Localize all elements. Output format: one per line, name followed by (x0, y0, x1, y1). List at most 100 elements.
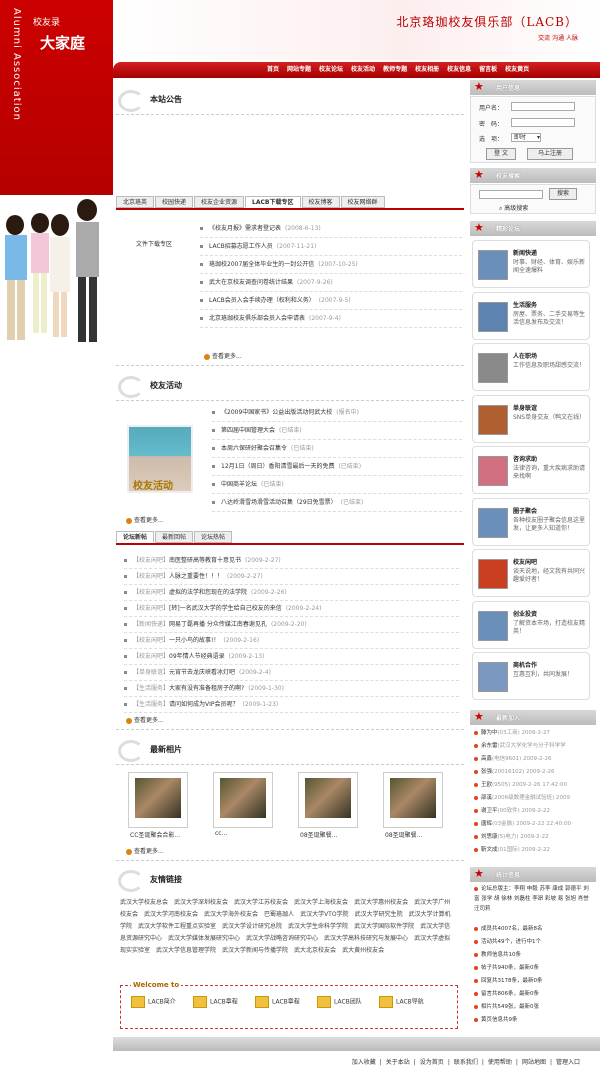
forum-card[interactable]: 人在职场 工作信息及职场甜感交流！ (472, 343, 590, 391)
friend-link[interactable]: 武汉大学海外校友会 (204, 911, 258, 918)
list-item[interactable]: 唐辉(03金融) 2009-2-22 22:40:00 (474, 818, 594, 831)
friend-link[interactable]: 武汉大学新闻与传播学院 (222, 947, 288, 954)
nav-link[interactable]: 校友相册 (415, 62, 439, 78)
table-row[interactable]: 【校友闲吧】南医整研高等教育十意见书 (2009-2-27) (124, 553, 459, 569)
footer-link[interactable]: 加入收藏 (352, 1059, 376, 1066)
nav-link[interactable]: 校友论坛 (319, 62, 343, 78)
welcome-link[interactable]: LACB团队 (317, 996, 362, 1008)
list-item[interactable]: LACB招募志愿工作人员 (2007-11-21) (200, 238, 462, 256)
list-item[interactable]: 靳文成(01国际) 2009-2-22 (474, 844, 594, 857)
friend-link[interactable]: 武汉大学江苏校友会 (234, 899, 288, 906)
search-button[interactable]: 搜索 (549, 188, 577, 200)
list-item[interactable]: 王欧(9505) 2009-2-26 17:42:00 (474, 779, 594, 792)
table-row[interactable]: 【校友闲吧】虚拟的法学和您现在的法学院 (2009-2-26) (124, 585, 459, 601)
nav-link[interactable]: 教师专题 (383, 62, 407, 78)
forum-card[interactable]: 创业投资 了解资本市场，打造校友精英！ (472, 600, 590, 649)
forum-card[interactable]: 圈子聚会 各种校友圈子聚会信息这里发，让更多人知道你！ (472, 497, 590, 546)
table-row[interactable]: 【新闻快递】网易丁磊再播 分众传媒江南春谢见孔 (2009-2-20) (124, 617, 459, 633)
footer-link[interactable]: 设为首页 (420, 1059, 444, 1066)
register-button[interactable]: 马上注册 (527, 148, 573, 160)
list-item[interactable]: 刘思康(5)电力) 2009-2-22 (474, 831, 594, 844)
friend-link[interactable]: 武汉大学校友总会 (120, 899, 168, 906)
footer-link[interactable]: 网站地图 (522, 1059, 546, 1066)
forum-card[interactable]: 咨询求助 法律咨询，重大疾病求助请来找啊 (472, 446, 590, 494)
forum-card[interactable]: 单身联谊 SNS单身交友（鸭文在线） (472, 394, 590, 443)
list-item[interactable]: 北京珞珈校友俱乐部会员入会申请表 (2007-9-4) (200, 310, 462, 328)
welcome-link[interactable]: LACB章程 (193, 996, 238, 1008)
forum-card[interactable]: 商机合作 互惠互利，共同发展！ (472, 652, 590, 700)
list-item[interactable]: LACB会员入会手续办理（权利和义务） (2007-9-5) (200, 292, 462, 310)
list-item[interactable]: 武大在京校友调查问卷统计结果 (2007-9-26) (200, 274, 462, 292)
tab-forum[interactable]: 论坛新帖 (116, 531, 155, 543)
friend-link[interactable]: 武汉大学设计研究总院 (222, 923, 282, 930)
tab-resource[interactable]: 校友企业资源 (194, 196, 245, 208)
friend-link[interactable]: 武汉大学VTO学院 (300, 911, 349, 918)
tab-resource[interactable]: LACB下载专区 (245, 196, 301, 208)
friend-link[interactable]: 武汉大学软件工程重点实验室 (138, 923, 216, 930)
friend-link[interactable]: 武汉大学深圳校友会 (174, 899, 228, 906)
photo-thumb[interactable] (298, 772, 358, 828)
nav-link[interactable]: 首页 (267, 62, 279, 78)
table-row[interactable]: 【校友闲吧】09年情人节经典语录 (2009-2-13) (124, 649, 459, 665)
download-more-link[interactable]: 查看更多... (204, 351, 242, 360)
friend-link[interactable]: 武汉大学上海校友会 (294, 899, 348, 906)
option-select[interactable]: 即时 ▾ (511, 133, 541, 142)
tab-resource[interactable]: 校园快递 (155, 196, 194, 208)
nav-link[interactable]: 留言板 (479, 62, 497, 78)
list-item[interactable]: 12月1日（周日）香阳清雪最后一天的免费 (已结束) (212, 458, 462, 476)
forum-more-link[interactable]: 查看更多... (126, 715, 164, 724)
list-item[interactable]: 第四届中国管理大会 (已结束) (212, 422, 462, 440)
list-item[interactable]: 邵溪(2006级数理金融试验班) 2009 (474, 792, 594, 805)
table-row[interactable]: 【校友闲吧】人脉之重要性！！！ (2009-2-27) (124, 569, 459, 585)
friend-link[interactable]: 武汉大学媒体发展研究中心 (168, 935, 240, 942)
list-item[interactable]: 滕为中(03工商) 2009-2-27 (474, 727, 594, 740)
nav-link[interactable]: 校友黄页 (505, 62, 529, 78)
list-item[interactable]: 谢卫平(00软件) 2009-2-22 (474, 805, 594, 818)
welcome-link[interactable]: LACB导航 (379, 996, 424, 1008)
friend-link[interactable]: 武大北京校友会 (294, 947, 336, 954)
tab-forum[interactable]: 最新回帖 (155, 531, 194, 543)
nav-link[interactable]: 校友活动 (351, 62, 375, 78)
table-row[interactable]: 【校友闲吧】一只小鸟的故事!！ (2009-2-16) (124, 633, 459, 649)
friend-link[interactable]: 武汉大学研究生院 (355, 911, 403, 918)
table-row[interactable]: 【单身联谊】元宵节去龙庆峡看冰灯吧 (2009-2-4) (124, 665, 459, 681)
list-item[interactable]: 八达岭滑雪场滑雪活动召集（29日免雪票） (已结束) (212, 494, 462, 512)
forum-card[interactable]: 生活服务 房屋、票务、二手交易等生活信息发布及交流！ (472, 291, 590, 340)
list-item[interactable]: 《2009中国家书》公益出版活动何武大校 (报名中) (212, 404, 462, 422)
username-input[interactable] (511, 102, 575, 111)
footer-link[interactable]: 联系我们 (454, 1059, 478, 1066)
tab-resource[interactable]: 北京珞英 (116, 196, 155, 208)
list-item[interactable]: 珞珈校2007届全体毕业生的一封公开信 (2007-10-25) (200, 256, 462, 274)
login-button[interactable]: 登 文 (486, 148, 516, 160)
welcome-link[interactable]: LACB简介 (131, 996, 176, 1008)
friend-link[interactable]: 武汉大学惠州校友会 (354, 899, 408, 906)
table-row[interactable]: 【生活服务】请问如何成为VIP会员呢？ (2009-1-23) (124, 697, 459, 713)
list-item[interactable]: 中国商羊论坛 (已结束) (212, 476, 462, 494)
list-item[interactable]: 《校友月报》需求者登记表 (2008-6-13) (200, 220, 462, 238)
activity-photo[interactable]: 校友活动 (127, 425, 193, 493)
tab-resource[interactable]: 校友博客 (301, 196, 340, 208)
list-item[interactable]: 本周六保研好聚会召集令 (已结束) (212, 440, 462, 458)
nav-link[interactable]: 校友信息 (447, 62, 471, 78)
forum-card[interactable]: 校友闲吧 谈天说地，经文我有共同兴趣爱好者！ (472, 549, 590, 597)
advanced-search-link[interactable]: ⌕ 高级搜索 (499, 203, 528, 213)
friend-link[interactable]: 武汉大学河南校友会 (144, 911, 198, 918)
friend-link[interactable]: 巴蜀珞珈人 (264, 911, 294, 918)
footer-link[interactable]: 管理入口 (556, 1059, 580, 1066)
footer-link[interactable]: 使用帮助 (488, 1059, 512, 1066)
list-item[interactable]: 余东雷(武汉大学化学与分子科学学 (474, 740, 594, 753)
tab-forum[interactable]: 论坛热帖 (194, 531, 233, 543)
photos-more-link[interactable]: 查看更多... (126, 846, 164, 855)
footer-link[interactable]: 关于本站 (386, 1059, 410, 1066)
nav-link[interactable]: 网站专题 (287, 62, 311, 78)
list-item[interactable]: 高鑫(电信9601) 2009-2-26 (474, 753, 594, 766)
password-input[interactable] (511, 118, 575, 127)
friend-link[interactable]: 武汉大学战略咨询研究中心 (246, 935, 318, 942)
table-row[interactable]: 【校友闲吧】[转]一名武汉大学的学生给自己校友的来信 (2009-2-24) (124, 601, 459, 617)
photo-thumb[interactable] (128, 772, 188, 828)
friend-link[interactable]: 武汉大学国际软件学院 (354, 923, 414, 930)
friend-link[interactable]: 武汉大学高科技研究与发展中心 (324, 935, 408, 942)
list-item[interactable]: 张强(20016102) 2009-2-26 (474, 766, 594, 779)
welcome-link[interactable]: LACB章程 (255, 996, 300, 1008)
friend-link[interactable]: 武汉大学生命科学学院 (288, 923, 348, 930)
